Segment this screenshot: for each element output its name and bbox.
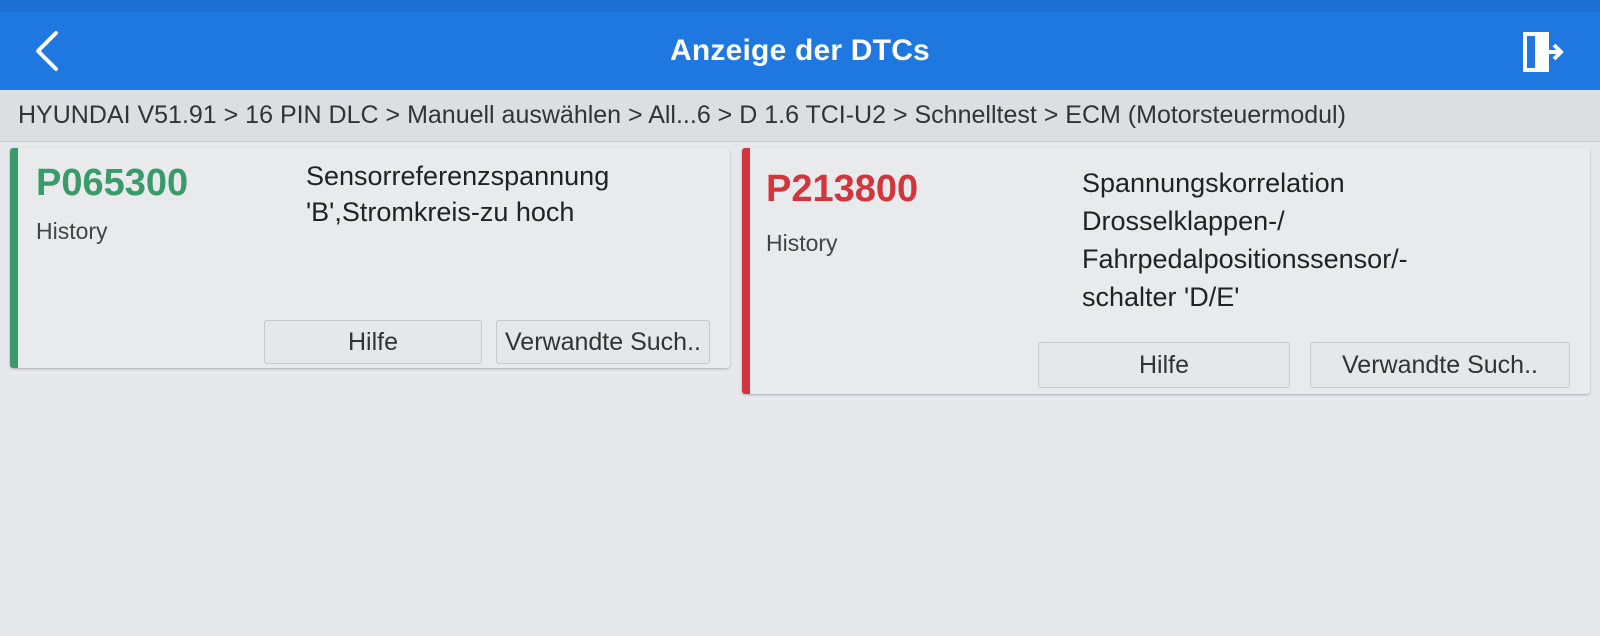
back-arrow-icon [36,31,58,71]
dtc-card: P065300 History Sensorreferenzspannung '… [10,148,730,368]
dtc-description-line: Sensorreferenzspannung [306,161,610,191]
dtc-description: Sensorreferenzspannung 'B',Stromkreis-zu… [306,158,706,230]
related-search-button[interactable]: Verwandte Such.. [496,320,710,364]
dtc-card: P213800 History Spannungskorrelation Dro… [742,148,1590,394]
dtc-description-line: Spannungskorrelation [1082,168,1345,198]
dtc-severity-bar [742,148,750,394]
back-button[interactable] [22,26,72,76]
breadcrumb: HYUNDAI V51.91 > 16 PIN DLC > Manuell au… [0,90,1600,142]
app-header: Anzeige der DTCs [0,12,1600,90]
status-bar [0,0,1600,12]
dtc-status: History [36,218,108,244]
exit-icon [1523,32,1564,72]
dtc-code: P065300 [36,162,189,204]
dtc-description-line: 'B',Stromkreis-zu hoch [306,197,575,227]
related-search-button[interactable]: Verwandte Such.. [1310,342,1570,388]
dtc-description-line: Drosselklappen-/ [1082,206,1285,236]
help-button[interactable]: Hilfe [264,320,482,364]
page-title: Anzeige der DTCs [670,34,930,67]
dtc-description-line: schalter 'D/E' [1082,282,1240,312]
dtc-severity-bar [10,148,18,368]
help-button[interactable]: Hilfe [1038,342,1290,388]
dtc-description: Spannungskorrelation Drosselklappen-/ Fa… [1082,164,1562,316]
dtc-status: History [766,230,838,256]
dtc-description-line: Fahrpedalpositionssensor/- [1082,244,1408,274]
dtc-code: P213800 [766,168,919,210]
exit-button[interactable] [1518,26,1570,78]
